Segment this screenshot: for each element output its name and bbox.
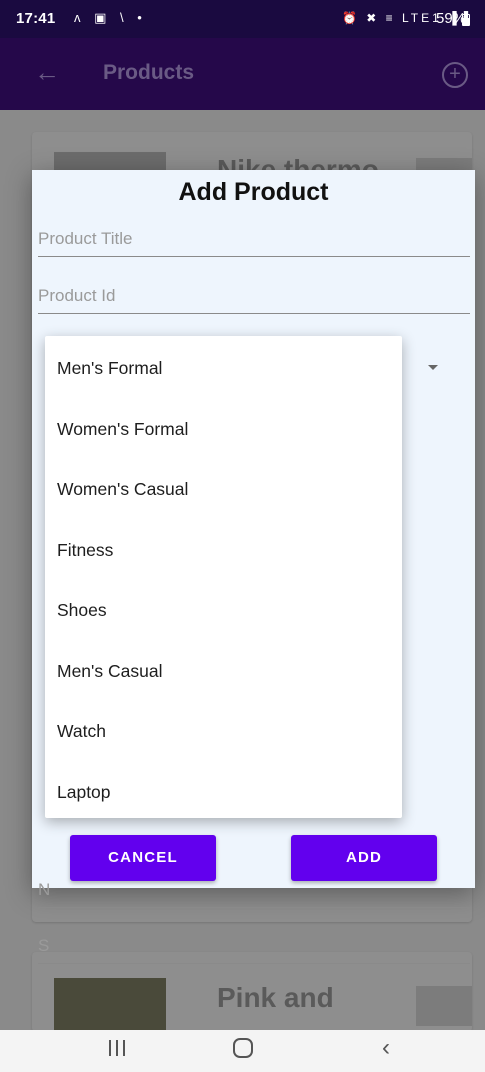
system-back-icon[interactable]: ‹ [382, 1034, 390, 1062]
home-icon[interactable] [233, 1038, 253, 1058]
menu-item-watch[interactable]: Watch [45, 701, 402, 762]
notification-icons: ʌ ▣ \ • [74, 10, 147, 25]
page-title: Products [103, 61, 195, 84]
add-circle-icon[interactable]: + [442, 62, 468, 88]
product-thumbnail [54, 978, 166, 1032]
category-dropdown-menu: Men's Formal Women's Formal Women's Casu… [45, 336, 402, 818]
menu-item-mens-formal[interactable]: Men's Formal [45, 338, 402, 399]
menu-item-laptop[interactable]: Laptop [45, 762, 402, 823]
status-time: 17:41 [16, 10, 56, 27]
menu-item-fitness[interactable]: Fitness [45, 520, 402, 581]
product-title-field[interactable]: Product Title [38, 225, 470, 257]
product-card[interactable]: Pink and [32, 952, 472, 1032]
product-title-placeholder: Product Title [38, 229, 133, 248]
category-dropdown-arrow-icon[interactable] [428, 365, 438, 370]
back-arrow-icon[interactable]: ← [34, 58, 60, 86]
secondary-placeholder: S [38, 936, 50, 955]
cancel-button[interactable]: CANCEL [70, 835, 216, 881]
name-placeholder: N [38, 880, 51, 899]
product-id-field[interactable]: Product Id [38, 282, 470, 314]
dialog-title: Add Product [178, 178, 329, 206]
menu-item-mens-casual[interactable]: Men's Casual [45, 641, 402, 702]
secondary-field[interactable]: S [38, 932, 470, 964]
app-bar: ← Products + [0, 38, 485, 110]
recent-apps-icon[interactable] [109, 1040, 125, 1056]
menu-item-womens-casual[interactable]: Women's Casual [45, 459, 402, 520]
battery-icon [462, 14, 470, 26]
menu-item-womens-formal[interactable]: Women's Formal [45, 399, 402, 460]
system-nav-bar: ‹ [0, 1030, 485, 1072]
product-card-title: Pink and [217, 982, 334, 1013]
add-button[interactable]: ADD [291, 835, 437, 881]
product-card-action[interactable] [416, 986, 472, 1026]
status-bar: 17:41 ʌ ▣ \ • ⏰ ✖ ≡ LTE1 ▐▐ 59% [0, 0, 485, 38]
product-id-placeholder: Product Id [38, 286, 116, 305]
menu-item-shoes[interactable]: Shoes [45, 580, 402, 641]
